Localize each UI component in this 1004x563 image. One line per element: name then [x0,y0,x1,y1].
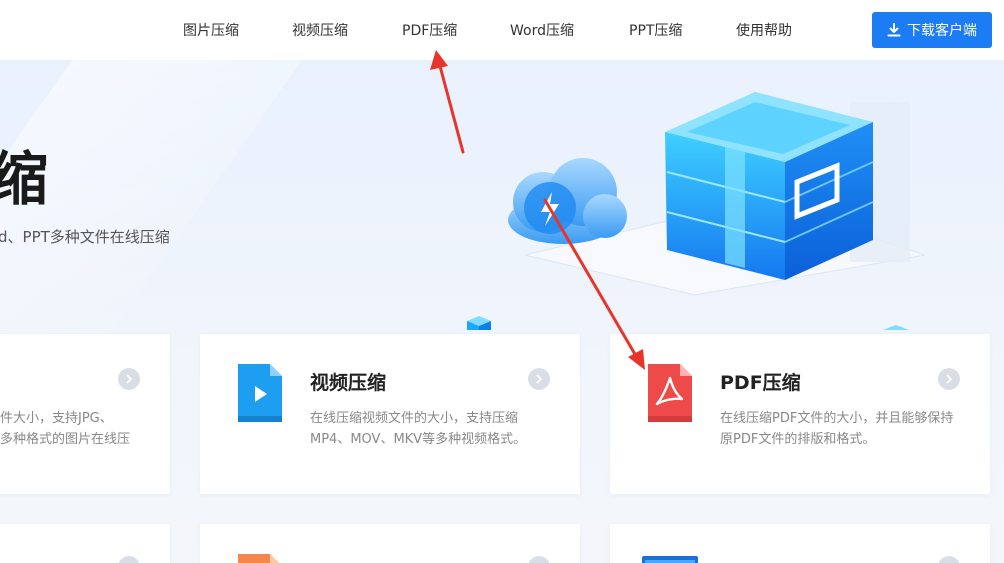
hero-subtitle: d、PPT多种文件在线压缩 [0,228,170,246]
card-image-desc-line1: 件大小，支持JPG、 [0,411,113,426]
arrow-right-icon[interactable] [938,368,960,390]
arrow-right-icon[interactable] [118,556,140,563]
card-image-desc-line2: 多种格式的图片在线压 [0,432,131,447]
ppt-file-icon [238,554,279,563]
card-pdf-compress[interactable]: PDF压缩 在线压缩PDF文件的大小，并且能够保持原PDF文件的排版和格式。 [610,334,990,494]
card-bottom-1[interactable] [0,524,170,563]
pdf-file-icon [648,364,692,422]
nav-image-compress[interactable]: 图片压缩 [183,21,239,41]
nav-ppt-compress[interactable]: PPT压缩 [629,21,682,41]
download-client-button[interactable]: 下载客户端 [872,12,992,48]
card-video-title: 视频压缩 [310,372,387,394]
card-pdf-desc: 在线压缩PDF文件的大小，并且能够保持原PDF文件的排版和格式。 [720,411,954,447]
nav-pdf-compress[interactable]: PDF压缩 [402,21,457,41]
download-client-label: 下载客户端 [907,23,977,39]
card-ppt-compress[interactable] [200,524,580,563]
card-image-compress[interactable]: 件大小，支持JPG、 多种格式的图片在线压 [0,334,170,494]
video-file-icon [238,364,282,422]
hero-illustration [467,92,926,330]
hero-banner: 缩 d、PPT多种文件在线压缩 件大小，支持JPG、 多种格式的图片在线压 视频… [0,60,1004,563]
nav-word-compress[interactable]: Word压缩 [510,21,574,41]
arrow-right-icon[interactable] [938,556,960,563]
top-navigation: 图片压缩 视频压缩 PDF压缩 Word压缩 PPT压缩 使用帮助 下载客户端 [0,0,1004,60]
arrow-right-icon[interactable] [528,368,550,390]
download-icon [887,23,901,37]
window-icon [642,556,698,563]
card-pdf-title: PDF压缩 [720,372,801,394]
nav-video-compress[interactable]: 视频压缩 [292,21,348,41]
card-video-compress[interactable]: 视频压缩 在线压缩视频文件的大小，支持压缩MP4、MOV、MKV等多种视频格式。 [200,334,580,494]
arrow-right-icon[interactable] [528,556,550,563]
nav-help[interactable]: 使用帮助 [736,21,792,41]
hero-title: 缩 [0,145,51,213]
arrow-right-icon[interactable] [118,368,140,390]
hero-decor-stripe [0,60,303,380]
card-video-desc: 在线压缩视频文件的大小，支持压缩MP4、MOV、MKV等多种视频格式。 [310,411,527,447]
card-bottom-3[interactable] [610,524,990,563]
